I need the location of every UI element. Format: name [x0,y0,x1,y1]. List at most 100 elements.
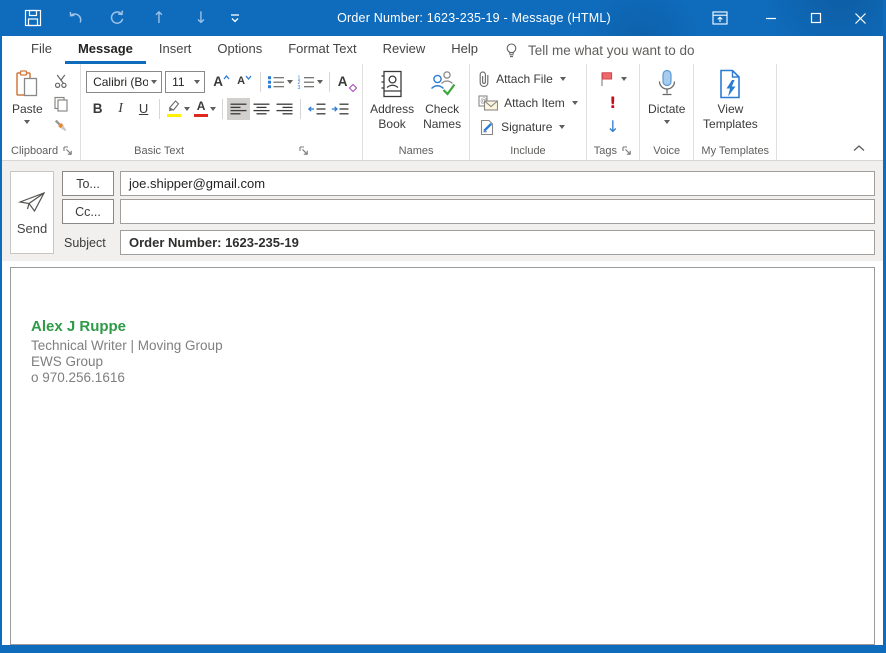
redo-icon [108,9,126,27]
flag-icon [599,71,614,87]
low-importance-button[interactable]: ↓ [603,115,622,139]
tab-help[interactable]: Help [438,36,491,64]
signature-phone: o 970.256.1616 [31,370,874,386]
subject-field[interactable]: Order Number: 1623-235-19 [120,230,875,255]
tab-format-text[interactable]: Format Text [275,36,369,64]
bold-button[interactable]: B [86,98,109,120]
format-painter-button[interactable] [49,115,74,137]
grow-font-caret-icon [223,75,230,80]
ribbon-display-options-button[interactable] [700,0,740,36]
italic-button[interactable]: I [109,98,132,120]
include-group-label: Include [510,145,545,157]
clear-formatting-eraser-icon [349,83,357,91]
attach-file-button[interactable]: Attach File [475,67,581,91]
dictate-label: Dictate [648,102,685,117]
clear-formatting-button[interactable]: A [334,71,357,93]
chevron-up-icon [853,145,865,152]
decrease-indent-icon [308,103,326,115]
arrow-up-icon: ↑ [152,10,165,26]
view-templates-icon [716,69,744,99]
next-item-button[interactable]: ↓ [180,3,222,33]
align-left-button[interactable] [227,98,250,120]
font-name-combo[interactable]: Calibri (Bod [86,71,162,93]
previous-item-button[interactable]: ↑ [138,3,180,33]
dictate-dropdown-icon[interactable] [664,120,670,124]
view-templates-label: View Templates [702,102,758,132]
flag-dropdown-icon [621,77,627,81]
follow-up-flag-button[interactable] [596,67,630,91]
font-size-combo[interactable]: 11 [165,71,205,93]
high-importance-icon: ! [609,95,616,111]
cc-button[interactable]: Cc... [62,199,114,224]
send-icon [18,190,46,214]
cc-field[interactable] [120,199,875,224]
lightbulb-icon [503,42,520,59]
bullets-dropdown-icon [287,80,293,84]
names-group: Address Book Check Names Names [363,64,470,160]
tab-options[interactable]: Options [204,36,275,64]
format-painter-icon [53,118,69,134]
clipboard-small-buttons [48,65,75,141]
to-button[interactable]: To... [62,171,114,196]
signature-button[interactable]: Signature [475,115,581,139]
decrease-indent-button[interactable] [305,98,328,120]
paste-label: Paste [12,102,43,117]
message-body[interactable]: Alex J Ruppe Technical Writer | Moving G… [10,267,875,645]
minimize-icon [765,12,777,24]
check-names-label: Check Names [423,102,461,132]
tags-dialog-launcher-icon[interactable] [622,146,632,156]
shrink-font-button[interactable]: A [233,71,256,93]
cut-button[interactable] [49,70,74,92]
close-button[interactable] [838,0,883,36]
font-color-button[interactable]: A [192,98,218,120]
undo-icon [66,9,84,27]
attach-item-button[interactable]: @ Attach Item [475,91,581,115]
customize-qat-button[interactable] [222,3,248,33]
tags-group: ! ↓ Tags [587,64,640,160]
minimize-button[interactable] [748,0,793,36]
save-icon [24,9,42,27]
outlook-message-window: ↑ ↓ Order Number: 1623-235-19 - Message … [0,0,886,653]
undo-button[interactable] [54,3,96,33]
ribbon-tab-row: File Message Insert Options Format Text … [2,36,883,64]
attach-file-dropdown-icon [560,77,566,81]
redo-button[interactable] [96,3,138,33]
send-button[interactable]: Send [10,171,54,254]
paste-dropdown-icon[interactable] [24,120,30,124]
tab-message[interactable]: Message [65,36,146,64]
increase-indent-button[interactable] [328,98,351,120]
tab-review[interactable]: Review [370,36,439,64]
to-field[interactable]: joe.shipper@gmail.com [120,171,875,196]
my-templates-group-label: My Templates [701,145,769,157]
align-right-button[interactable] [273,98,296,120]
close-icon [854,12,867,25]
view-templates-button[interactable]: View Templates [697,65,763,141]
bullets-button[interactable] [265,71,295,93]
dictate-button[interactable]: Dictate [643,65,690,141]
names-group-label: Names [399,145,434,157]
tab-file[interactable]: File [18,36,65,64]
paste-button[interactable]: Paste [7,65,48,141]
grow-font-button[interactable]: A [210,71,233,93]
high-importance-button[interactable]: ! [606,91,619,115]
underline-button[interactable]: U [132,98,155,120]
address-book-button[interactable]: Address Book [366,65,418,141]
highlight-button[interactable] [164,98,192,120]
tags-group-label: Tags [594,145,617,157]
signature-company: EWS Group [31,354,874,370]
collapse-ribbon-button[interactable] [849,141,869,155]
align-center-button[interactable] [250,98,273,120]
tab-insert[interactable]: Insert [146,36,205,64]
numbering-button[interactable]: 123 [295,71,325,93]
attach-file-label: Attach File [496,72,553,86]
copy-button[interactable] [49,93,74,115]
tell-me-box[interactable]: Tell me what you want to do [503,36,695,64]
check-names-button[interactable]: Check Names [418,65,466,141]
basic-text-dialog-launcher-icon[interactable] [299,146,309,156]
save-button[interactable] [12,3,54,33]
numbering-icon: 123 [297,75,315,89]
tell-me-label: Tell me what you want to do [528,43,695,58]
clipboard-dialog-launcher-icon[interactable] [63,146,73,156]
maximize-button[interactable] [793,0,838,36]
font-color-bar [194,114,208,118]
